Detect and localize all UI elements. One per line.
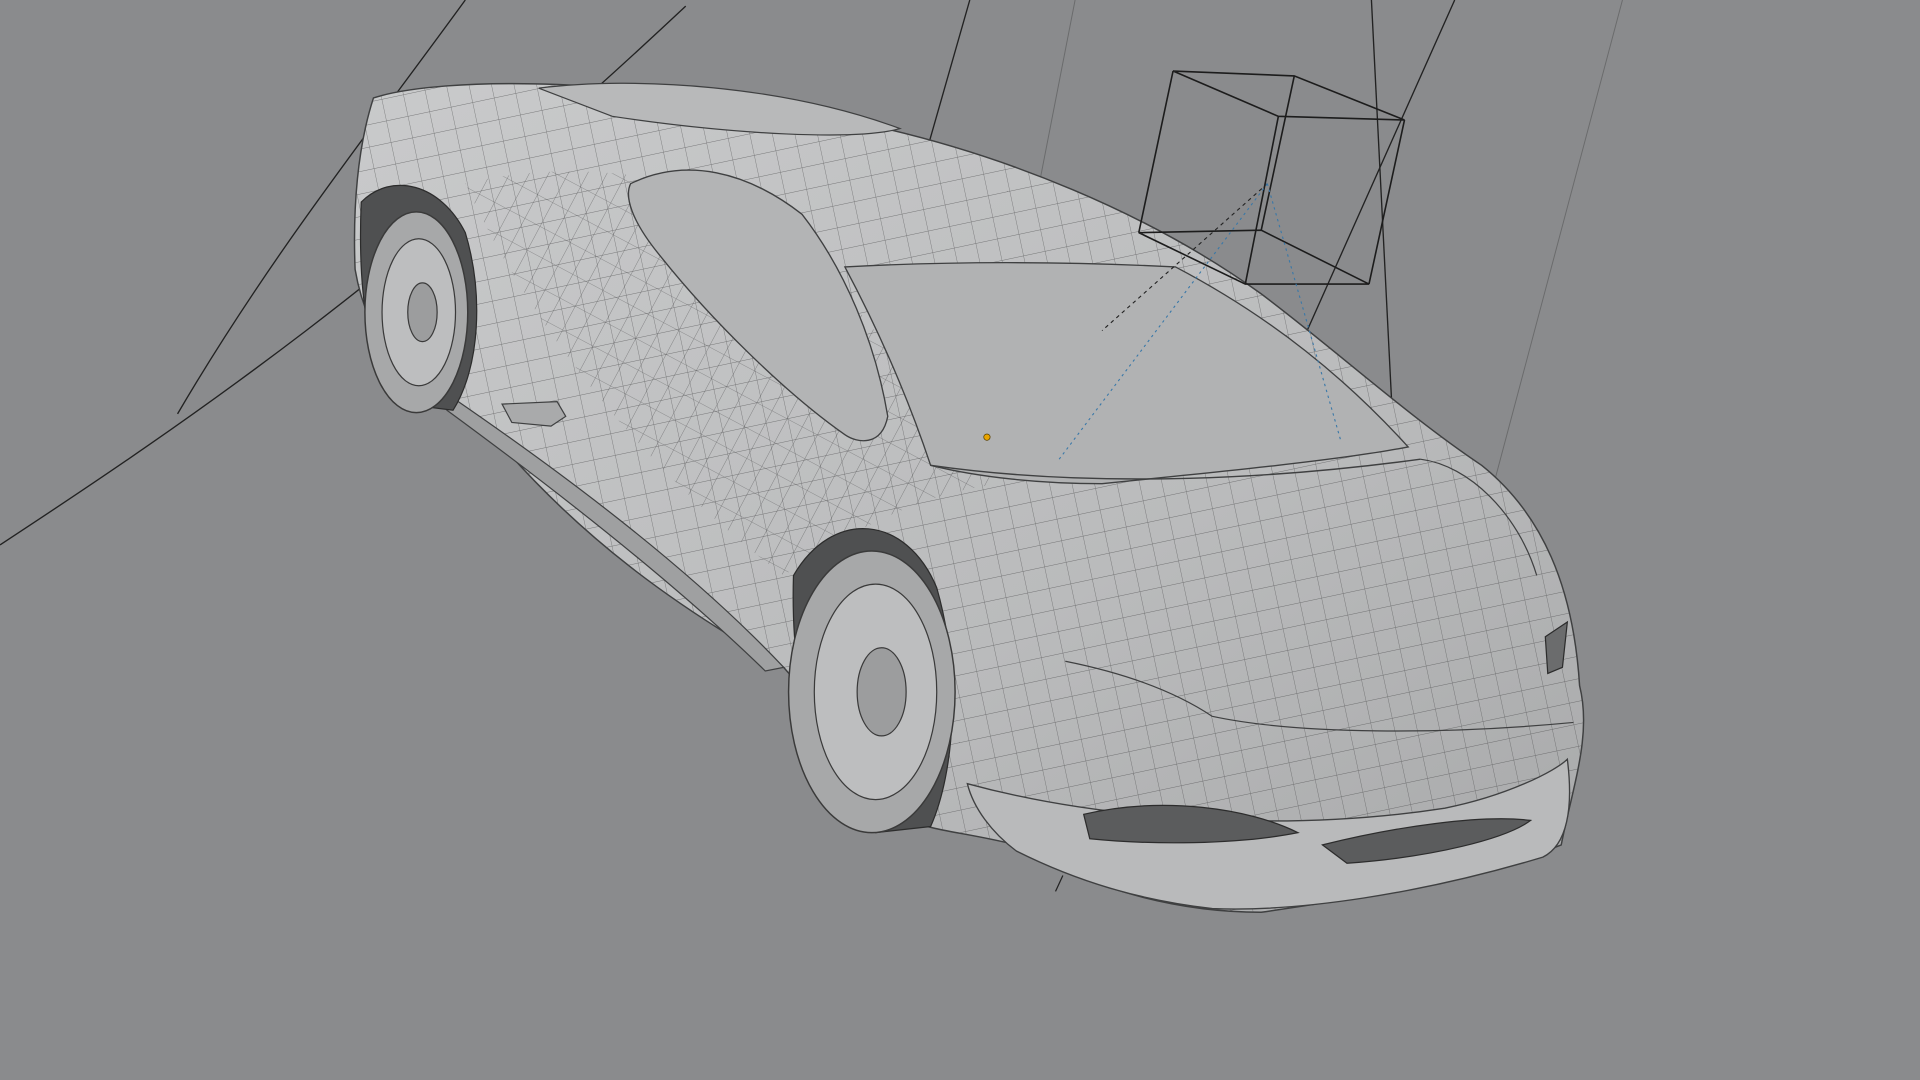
3d-viewport[interactable] — [0, 0, 1920, 1080]
rear-wheel[interactable] — [364, 211, 469, 414]
cube-empty[interactable] — [1137, 70, 1406, 285]
car-mesh[interactable] — [353, 82, 1585, 913]
front-wheel[interactable] — [787, 550, 956, 834]
edge-marker — [1054, 875, 1064, 892]
windshield — [843, 262, 1410, 485]
object-origin-icon[interactable] — [983, 433, 991, 441]
viewport-canvas[interactable] — [0, 0, 1920, 1080]
side-mirror — [501, 401, 567, 427]
